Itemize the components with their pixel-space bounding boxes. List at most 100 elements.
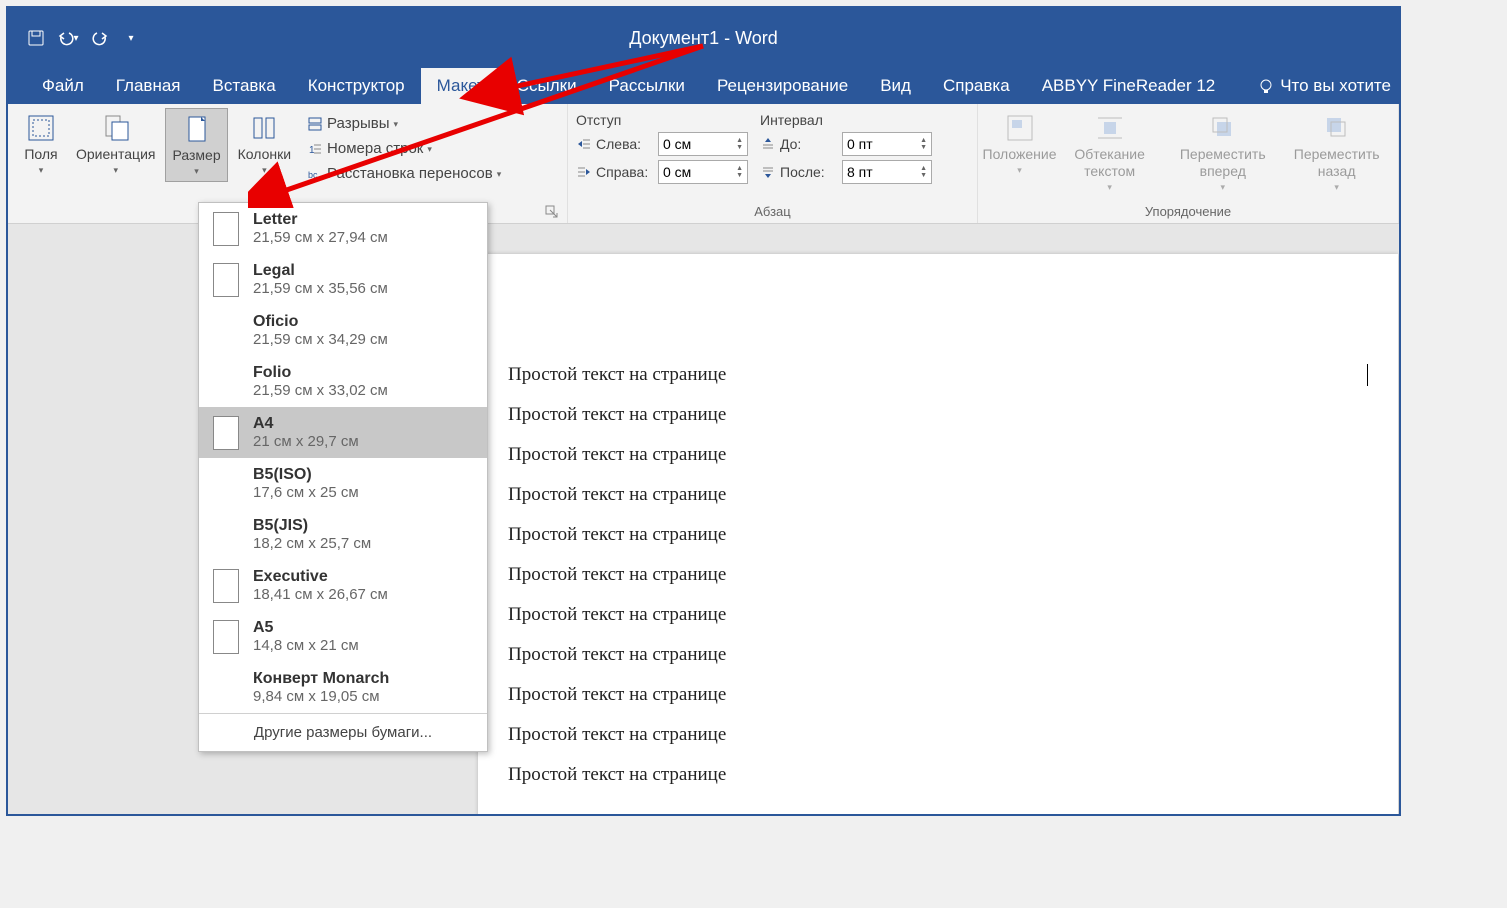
group-arrange-label: Упорядочение	[986, 202, 1390, 221]
page-icon	[213, 569, 239, 603]
tab-references[interactable]: Ссылки	[501, 68, 593, 104]
tab-help[interactable]: Справка	[927, 68, 1026, 104]
window-title: Документ1 - Word	[629, 28, 778, 49]
size-option-letter[interactable]: Letter21,59 см x 27,94 см	[199, 203, 487, 254]
margins-label: Поля	[24, 146, 57, 163]
size-option-b5-jis-[interactable]: B5(JIS)18,2 см x 25,7 см	[199, 509, 487, 560]
document-line[interactable]: Простой текст на странице	[508, 644, 1368, 666]
columns-label: Колонки	[238, 146, 291, 163]
group-paragraph-label: Абзац	[576, 202, 969, 221]
send-backward-button[interactable]: Переместить назад ▾	[1283, 108, 1390, 197]
bring-forward-button[interactable]: Переместить вперед ▾	[1166, 108, 1279, 197]
indent-right-icon	[576, 164, 592, 180]
document-line[interactable]: Простой текст на странице	[508, 524, 1368, 546]
size-option--monarch[interactable]: Конверт Monarch9,84 см x 19,05 см	[199, 662, 487, 713]
tab-review[interactable]: Рецензирование	[701, 68, 864, 104]
indent-left-icon	[576, 136, 592, 152]
size-option-a5[interactable]: A514,8 см x 21 см	[199, 611, 487, 662]
size-option-legal[interactable]: Legal21,59 см x 35,56 см	[199, 254, 487, 305]
dropdown-arrow-icon: ▾	[194, 166, 199, 177]
size-dropdown: Letter21,59 см x 27,94 смLegal21,59 см x…	[198, 202, 488, 752]
page-icon	[213, 212, 239, 246]
document-line[interactable]: Простой текст на странице	[508, 444, 1368, 466]
document-line[interactable]: Простой текст на странице	[508, 484, 1368, 506]
line-numbers-button[interactable]: 1 Номера строк ▾	[301, 137, 507, 160]
indent-right-input[interactable]: 0 см▲▼	[658, 160, 748, 184]
document-line[interactable]: Простой текст на странице	[508, 724, 1368, 746]
indent-left-input[interactable]: 0 см▲▼	[658, 132, 748, 156]
margins-button[interactable]: Поля ▾	[16, 108, 66, 180]
document-line[interactable]: Простой текст на странице	[508, 684, 1368, 706]
spacing-before-label: До:	[780, 136, 838, 152]
columns-button[interactable]: Колонки ▾	[232, 108, 297, 180]
document-line[interactable]: Простой текст на странице	[508, 404, 1368, 426]
size-option-name: A4	[253, 415, 473, 433]
breaks-icon	[307, 116, 323, 132]
size-option-dim: 21 см x 29,7 см	[253, 433, 473, 450]
spacing-heading: Интервал	[760, 112, 932, 128]
size-option-a4[interactable]: A421 см x 29,7 см	[199, 407, 487, 458]
svg-text:1: 1	[309, 145, 315, 156]
dialog-launcher-icon[interactable]	[545, 205, 559, 219]
tell-me[interactable]: Что вы хотите	[1242, 68, 1399, 104]
line-numbers-label: Номера строк	[327, 140, 423, 157]
redo-button[interactable]	[86, 24, 114, 52]
document-line[interactable]: Простой текст на странице	[508, 364, 1368, 386]
bring-forward-label: Переместить вперед	[1172, 146, 1273, 180]
save-button[interactable]	[22, 24, 50, 52]
more-paper-sizes[interactable]: Другие размеры бумаги...	[199, 713, 487, 751]
size-option-oficio[interactable]: Oficio21,59 см x 34,29 см	[199, 305, 487, 356]
document-line[interactable]: Простой текст на странице	[508, 764, 1368, 786]
spacing-after-input[interactable]: 8 пт▲▼	[842, 160, 932, 184]
size-option-name: Folio	[253, 364, 473, 382]
size-option-name: Конверт Monarch	[253, 670, 473, 688]
tell-me-label: Что вы хотите	[1280, 76, 1391, 96]
size-option-b5-iso-[interactable]: B5(ISO)17,6 см x 25 см	[199, 458, 487, 509]
margins-icon	[25, 112, 57, 144]
hyphenation-label: Расстановка переносов	[327, 165, 493, 182]
bring-forward-icon	[1207, 112, 1239, 144]
size-button[interactable]: Размер ▾	[165, 108, 227, 182]
size-option-executive[interactable]: Executive18,41 см x 26,67 см	[199, 560, 487, 611]
size-label: Размер	[172, 147, 220, 164]
svg-text:bc: bc	[308, 170, 318, 180]
document-page[interactable]: Простой текст на странице Простой текст н…	[478, 254, 1398, 816]
size-option-name: A5	[253, 619, 473, 637]
wrap-text-button[interactable]: Обтекание текстом ▾	[1057, 108, 1162, 197]
tab-insert[interactable]: Вставка	[197, 68, 292, 104]
quick-access-toolbar: ▾ ▾	[8, 8, 160, 68]
document-line[interactable]: Простой текст на странице	[508, 564, 1368, 586]
tab-layout[interactable]: Макет	[421, 68, 501, 104]
tab-view[interactable]: Вид	[864, 68, 927, 104]
tab-addin[interactable]: ABBYY FineReader 12	[1026, 68, 1232, 104]
hyphenation-icon: bc	[307, 166, 323, 182]
document-line[interactable]: Простой текст на странице	[508, 604, 1368, 626]
breaks-button[interactable]: Разрывы ▾	[301, 112, 507, 135]
size-option-name: Legal	[253, 262, 473, 280]
tab-home[interactable]: Главная	[100, 68, 197, 104]
orientation-icon	[100, 112, 132, 144]
titlebar: ▾ ▾ Документ1 - Word	[8, 8, 1399, 68]
size-option-dim: 18,2 см x 25,7 см	[253, 535, 473, 552]
send-backward-label: Переместить назад	[1289, 146, 1384, 180]
spacing-before-input[interactable]: 0 пт▲▼	[842, 132, 932, 156]
size-option-dim: 9,84 см x 19,05 см	[253, 688, 473, 705]
group-paragraph: Отступ Слева: 0 см▲▼ Справа: 0 см▲▼	[568, 104, 978, 223]
qat-customize[interactable]: ▾	[118, 24, 146, 52]
position-icon	[1004, 112, 1036, 144]
tab-file[interactable]: Файл	[26, 68, 100, 104]
size-option-dim: 18,41 см x 26,67 см	[253, 586, 473, 603]
position-button[interactable]: Положение ▾	[986, 108, 1053, 180]
page-icon	[213, 416, 239, 450]
tab-design[interactable]: Конструктор	[292, 68, 421, 104]
dropdown-arrow-icon: ▾	[113, 165, 118, 176]
tab-mailings[interactable]: Рассылки	[593, 68, 701, 104]
line-numbers-icon: 1	[307, 141, 323, 157]
undo-button[interactable]: ▾	[54, 24, 82, 52]
spacing-before-icon	[760, 136, 776, 152]
group-arrange: Положение ▾ Обтекание текстом ▾ Перемест…	[978, 104, 1399, 223]
dropdown-arrow-icon: ▾	[39, 165, 44, 176]
hyphenation-button[interactable]: bc Расстановка переносов ▾	[301, 162, 507, 185]
orientation-button[interactable]: Ориентация ▾	[70, 108, 161, 180]
size-option-folio[interactable]: Folio21,59 см x 33,02 см	[199, 356, 487, 407]
